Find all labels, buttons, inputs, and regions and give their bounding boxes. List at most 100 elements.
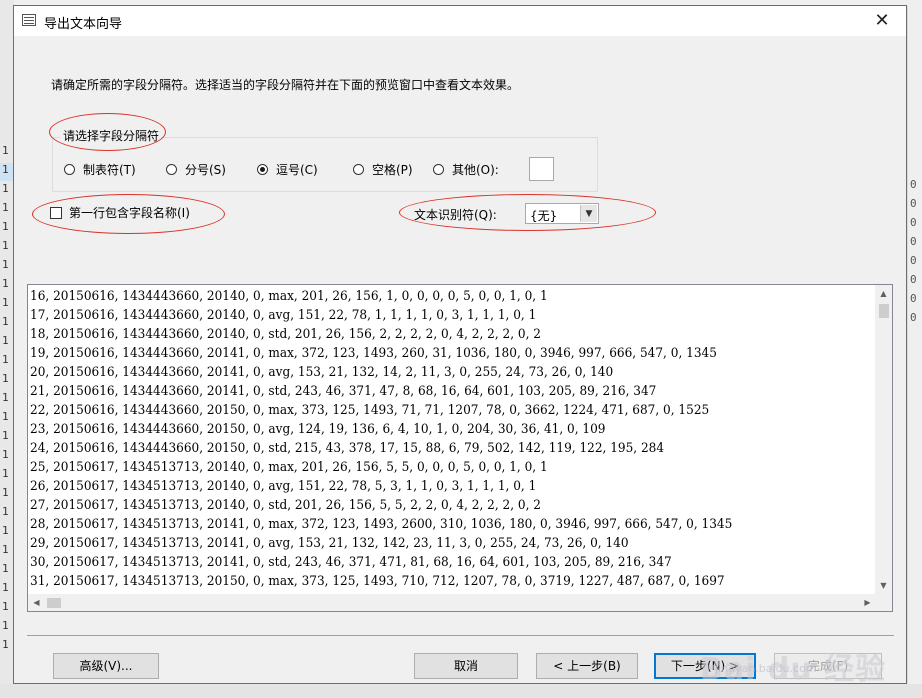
radio-dot xyxy=(64,163,75,175)
text-qualifier-label: 文本识别符(Q): xyxy=(414,208,497,222)
preview-line: 29, 20150617, 1434513713, 20141, 0, avg,… xyxy=(30,536,629,551)
background-app-statusbar xyxy=(0,684,922,698)
dialog-title: 导出文本向导 xyxy=(44,17,123,32)
close-button[interactable]: ✕ xyxy=(862,7,902,35)
background-row: 1 xyxy=(2,600,9,613)
background-row: 0 xyxy=(910,273,917,286)
background-row: 0 xyxy=(910,311,917,324)
radio-dot xyxy=(433,163,444,175)
background-row: 1 xyxy=(2,258,9,271)
background-row: 1 xyxy=(2,182,9,195)
preview-line: 19, 20150616, 1434443660, 20141, 0, max,… xyxy=(30,346,717,361)
preview-line: 18, 20150616, 1434443660, 20140, 0, std,… xyxy=(30,327,541,342)
background-row: 0 xyxy=(910,197,917,210)
preview-line: 20, 20150616, 1434443660, 20141, 0, avg,… xyxy=(30,365,614,380)
other-delimiter-input[interactable] xyxy=(529,157,554,181)
background-row: 1 xyxy=(2,144,9,157)
background-row: 0 xyxy=(910,216,917,229)
text-qualifier-value: {无} xyxy=(530,209,558,223)
radio-dot xyxy=(353,163,364,175)
preview-line: 23, 20150616, 1434443660, 20150, 0, avg,… xyxy=(30,422,606,437)
background-row: 1 xyxy=(2,638,9,651)
background-row: 1 xyxy=(0,163,14,181)
radio-label: 分号(S) xyxy=(185,162,226,177)
radio-semicolon[interactable]: 分号(S) xyxy=(166,161,226,177)
scroll-left-icon[interactable]: ◀ xyxy=(28,594,45,611)
checkbox-box xyxy=(50,206,62,219)
checkbox-label: 第一行包含字段名称(I) xyxy=(69,206,190,220)
background-row: 1 xyxy=(2,391,9,404)
background-row: 1 xyxy=(2,372,9,385)
first-row-field-names-checkbox[interactable]: 第一行包含字段名称(I) xyxy=(50,204,190,221)
background-row: 1 xyxy=(2,619,9,632)
background-row: 1 xyxy=(2,239,9,252)
scrollbar-corner xyxy=(875,594,892,611)
chevron-down-icon[interactable]: ▼ xyxy=(580,205,597,222)
background-row: 1 xyxy=(2,220,9,233)
footer-separator xyxy=(27,635,894,636)
background-row: 0 xyxy=(910,292,917,305)
preview-line: 22, 20150616, 1434443660, 20150, 0, max,… xyxy=(30,403,710,418)
radio-label: 其他(O): xyxy=(452,162,499,177)
background-row: 1 xyxy=(2,429,9,442)
radio-space[interactable]: 空格(P) xyxy=(353,161,413,177)
radio-label: 逗号(C) xyxy=(276,162,318,177)
preview-line: 21, 20150616, 1434443660, 20141, 0, std,… xyxy=(30,384,657,399)
radio-dot xyxy=(166,163,177,175)
wizard-icon xyxy=(22,14,36,26)
background-row: 1 xyxy=(2,201,9,214)
background-row: 1 xyxy=(2,562,9,575)
radio-comma[interactable]: 逗号(C) xyxy=(257,161,318,177)
scroll-up-icon[interactable]: ▲ xyxy=(875,285,892,302)
preview-line: 28, 20150617, 1434513713, 20141, 0, max,… xyxy=(30,517,733,532)
background-row: 1 xyxy=(2,353,9,366)
background-row: 1 xyxy=(2,296,9,309)
preview-line: 27, 20150617, 1434513713, 20140, 0, std,… xyxy=(30,498,541,513)
background-app-right-column: 0 0 0 0 0 0 0 0 xyxy=(908,0,922,698)
back-button[interactable]: < 上一步(B) xyxy=(536,653,638,679)
background-row: 1 xyxy=(2,277,9,290)
export-text-wizard-dialog: 导出文本向导 ✕ 请确定所需的字段分隔符。选择适当的字段分隔符并在下面的预览窗口… xyxy=(13,5,907,684)
next-button[interactable]: 下一步(N) > xyxy=(654,653,756,679)
preview-line: 25, 20150617, 1434513713, 20140, 0, max,… xyxy=(30,460,548,475)
preview-window[interactable]: 16, 20150616, 1434443660, 20140, 0, max,… xyxy=(27,284,893,612)
preview-line: 17, 20150616, 1434443660, 20140, 0, avg,… xyxy=(30,308,537,323)
background-row: 1 xyxy=(2,467,9,480)
vertical-scrollbar[interactable]: ▲ ▼ xyxy=(875,285,892,594)
background-row: 0 xyxy=(910,235,917,248)
preview-line: 30, 20150617, 1434513713, 20141, 0, std,… xyxy=(30,555,672,570)
background-row: 1 xyxy=(2,581,9,594)
text-qualifier-select[interactable]: {无} ▼ xyxy=(525,203,599,224)
background-row: 1 xyxy=(2,448,9,461)
instruction-text: 请确定所需的字段分隔符。选择适当的字段分隔符并在下面的预览窗口中查看文本效果。 xyxy=(51,78,520,92)
radio-label: 制表符(T) xyxy=(83,162,136,177)
preview-line: 26, 20150617, 1434513713, 20140, 0, avg,… xyxy=(30,479,537,494)
horizontal-scroll-thumb[interactable] xyxy=(47,598,61,608)
finish-button[interactable]: 完成(F) xyxy=(774,653,882,679)
background-row: 1 xyxy=(2,505,9,518)
background-row: 1 xyxy=(2,410,9,423)
scroll-down-icon[interactable]: ▼ xyxy=(875,577,892,594)
cancel-button[interactable]: 取消 xyxy=(414,653,518,679)
radio-dot-selected xyxy=(257,163,268,175)
background-row: 1 xyxy=(2,524,9,537)
preview-line: 31, 20150617, 1434513713, 20150, 0, max,… xyxy=(30,574,725,589)
horizontal-scrollbar[interactable]: ◀ ▶ xyxy=(28,594,876,611)
background-row: 1 xyxy=(2,486,9,499)
background-row: 0 xyxy=(910,254,917,267)
radio-other[interactable]: 其他(O): xyxy=(433,161,499,177)
preview-line: 24, 20150616, 1434443660, 20150, 0, std,… xyxy=(30,441,665,456)
scroll-right-icon[interactable]: ▶ xyxy=(859,594,876,611)
background-app-datasheet: 111111111111111111111111111 xyxy=(0,0,14,698)
background-row: 1 xyxy=(2,334,9,347)
preview-lines: 16, 20150616, 1434443660, 20140, 0, max,… xyxy=(30,287,876,610)
radio-label: 空格(P) xyxy=(372,162,413,177)
preview-line: 16, 20150616, 1434443660, 20140, 0, max,… xyxy=(30,289,548,304)
advanced-button[interactable]: 高级(V)... xyxy=(53,653,159,679)
background-row: 0 xyxy=(910,178,917,191)
title-bar: 导出文本向导 ✕ xyxy=(14,6,906,36)
radio-tab[interactable]: 制表符(T) xyxy=(64,161,136,177)
background-row: 1 xyxy=(2,315,9,328)
vertical-scroll-thumb[interactable] xyxy=(879,304,889,318)
background-row: 1 xyxy=(2,543,9,556)
